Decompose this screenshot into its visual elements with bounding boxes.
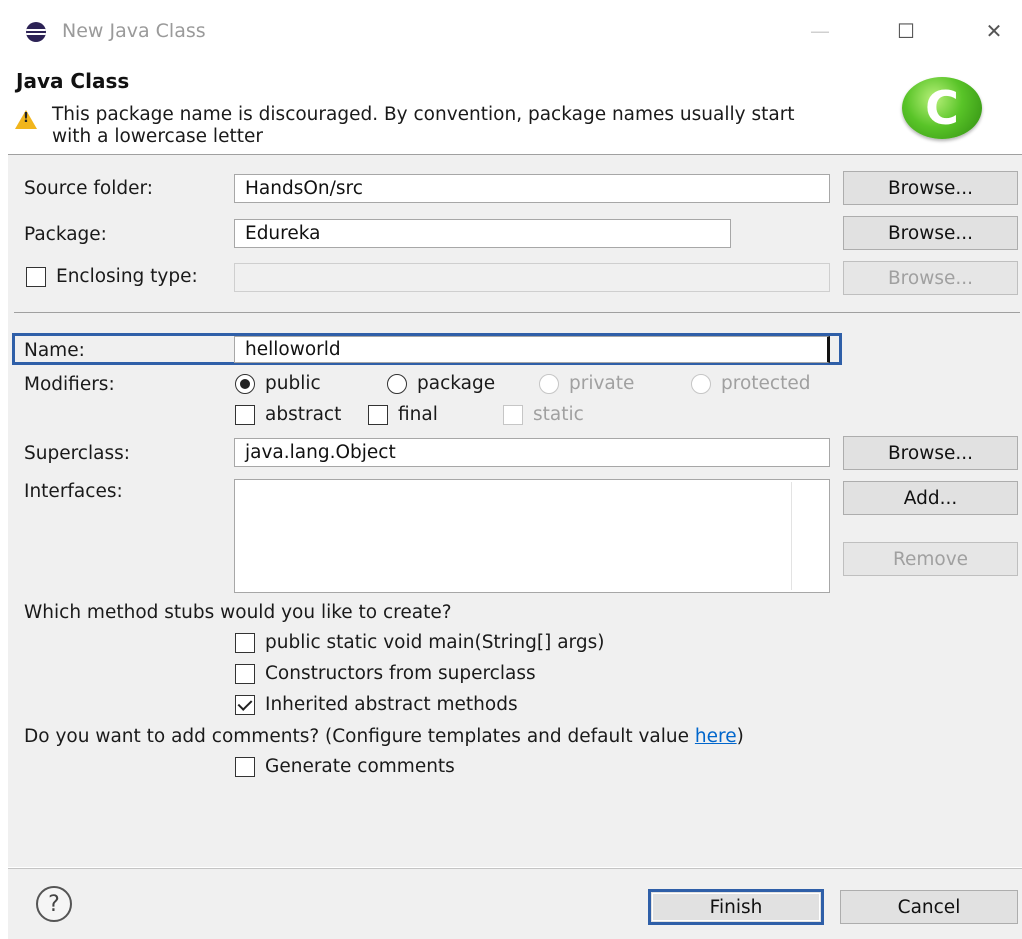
interfaces-add-button[interactable]: Add... xyxy=(843,481,1018,515)
modifier-private-label: private xyxy=(569,373,635,394)
logo-letter: C xyxy=(925,81,959,135)
help-icon: ? xyxy=(48,891,60,917)
source-folder-browse-button[interactable]: Browse... xyxy=(843,171,1018,205)
modifier-final-label: final xyxy=(398,404,438,425)
stub-main-checkbox[interactable] xyxy=(235,633,255,653)
interfaces-remove-button: Remove xyxy=(843,542,1018,576)
window-title: New Java Class xyxy=(62,20,206,42)
close-button[interactable]: ✕ xyxy=(972,16,1016,46)
enclosing-type-checkbox[interactable] xyxy=(26,267,46,287)
stub-constructors-label: Constructors from superclass xyxy=(265,663,536,684)
finish-button[interactable]: Finish xyxy=(648,889,824,925)
interfaces-label: Interfaces: xyxy=(24,481,123,502)
modifier-public-radio[interactable] xyxy=(235,374,255,394)
modifier-public-label: public xyxy=(265,373,321,394)
stub-inherited-checkbox[interactable] xyxy=(235,695,255,715)
enclosing-type-browse-button: Browse... xyxy=(843,261,1018,295)
warning-line-2: with a lowercase letter xyxy=(52,126,263,147)
enclosing-type-label: Enclosing type: xyxy=(56,266,198,287)
modifier-abstract-label: abstract xyxy=(265,404,342,425)
package-input[interactable]: Edureka xyxy=(234,219,731,248)
class-name-input[interactable]: helloworld xyxy=(234,336,830,363)
superclass-label: Superclass: xyxy=(24,443,130,464)
stubs-question: Which method stubs would you like to cre… xyxy=(24,602,452,623)
close-icon: ✕ xyxy=(985,19,1003,43)
package-browse-button[interactable]: Browse... xyxy=(843,216,1018,250)
modifier-static-checkbox xyxy=(503,405,523,425)
minimize-button[interactable]: — xyxy=(798,16,842,46)
modifier-abstract-checkbox[interactable] xyxy=(235,405,255,425)
modifier-package-label: package xyxy=(417,373,496,394)
comments-question-text: Do you want to add comments? (Configure … xyxy=(24,726,695,747)
modifier-package-radio[interactable] xyxy=(387,374,407,394)
source-folder-input[interactable]: HandsOn/src xyxy=(234,174,830,203)
modifiers-label: Modifiers: xyxy=(24,374,115,395)
source-folder-label: Source folder: xyxy=(24,178,154,199)
generate-comments-checkbox[interactable] xyxy=(235,757,255,777)
enclosing-type-input xyxy=(234,263,830,292)
interfaces-list[interactable] xyxy=(234,479,830,593)
stub-main-label: public static void main(String[] args) xyxy=(265,632,605,653)
superclass-input[interactable]: java.lang.Object xyxy=(234,438,830,467)
eclipse-app-icon xyxy=(26,22,46,42)
java-class-logo-icon: C xyxy=(902,77,982,139)
modifier-protected-radio xyxy=(691,374,711,394)
modifier-private-radio xyxy=(539,374,559,394)
modifier-static-label: static xyxy=(533,404,584,425)
page-title: Java Class xyxy=(16,69,130,93)
cancel-button[interactable]: Cancel xyxy=(840,890,1018,924)
comments-question-close: ) xyxy=(736,726,744,747)
maximize-button[interactable]: ☐ xyxy=(884,16,928,46)
stub-inherited-label: Inherited abstract methods xyxy=(265,694,518,715)
interfaces-list-divider xyxy=(791,482,792,590)
separator xyxy=(14,312,1020,313)
warning-message: This package name is discouraged. By con… xyxy=(52,104,897,148)
minimize-icon: — xyxy=(810,19,830,43)
generate-comments-label: Generate comments xyxy=(265,756,455,777)
help-button[interactable]: ? xyxy=(36,886,72,922)
modifier-final-checkbox[interactable] xyxy=(368,405,388,425)
package-label: Package: xyxy=(24,224,107,245)
warning-icon-mark: ! xyxy=(23,111,29,126)
maximize-icon: ☐ xyxy=(897,19,915,43)
comments-question: Do you want to add comments? (Configure … xyxy=(24,726,744,747)
configure-templates-link[interactable]: here xyxy=(695,726,737,747)
warning-line-1: This package name is discouraged. By con… xyxy=(52,104,795,125)
modifier-protected-label: protected xyxy=(721,373,811,394)
stub-constructors-checkbox[interactable] xyxy=(235,664,255,684)
superclass-browse-button[interactable]: Browse... xyxy=(843,436,1018,470)
name-label: Name: xyxy=(24,340,85,361)
